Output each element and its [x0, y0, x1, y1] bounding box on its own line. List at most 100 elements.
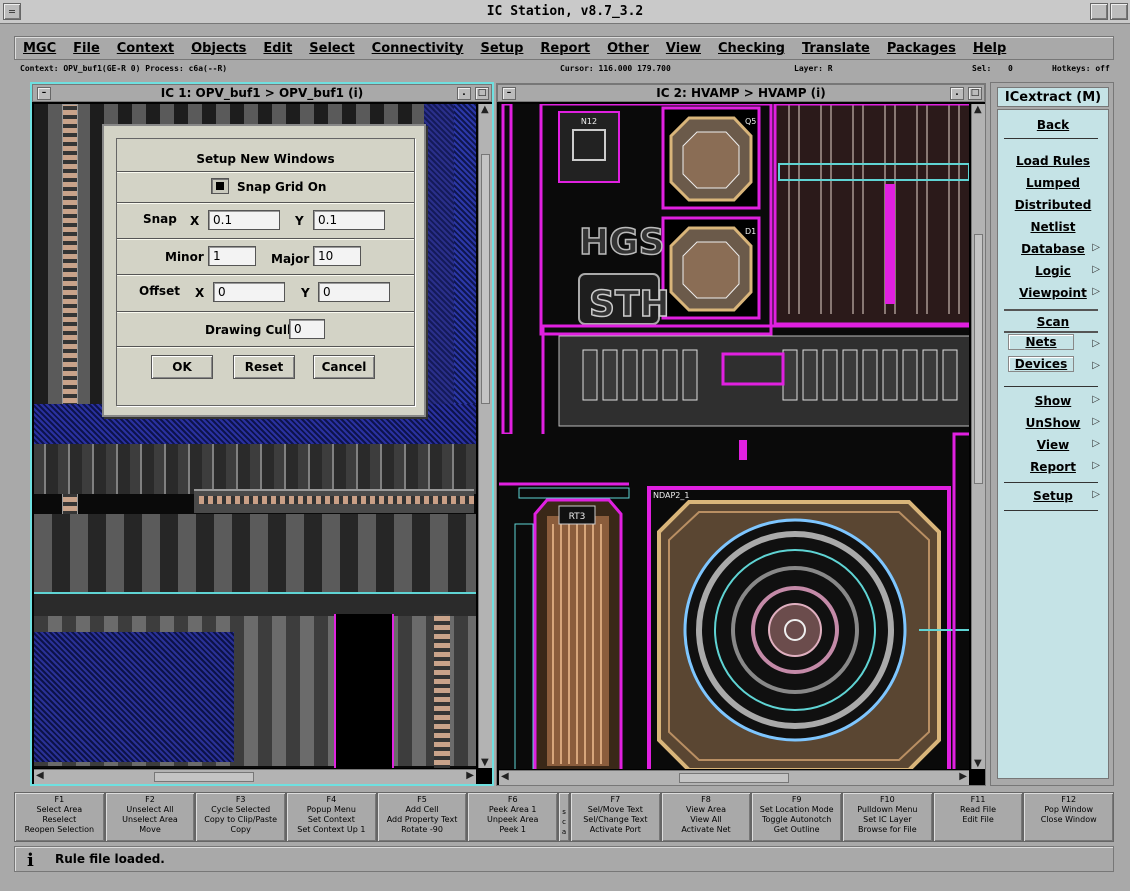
fkey-name: F1: [54, 795, 65, 804]
ic1-horizontal-scrollbar[interactable]: ◀ ▶: [34, 769, 476, 784]
fkey-action: View Area: [686, 805, 726, 814]
fkey-f5[interactable]: F5 Add Cell Add Property Text Rotate -90: [376, 792, 468, 842]
palette-devices-label: Devices: [1014, 357, 1068, 371]
fkey-f4[interactable]: F4 Popup Menu Set Context Set Context Up 1: [286, 792, 377, 842]
ic1-maximize-button[interactable]: □: [475, 87, 489, 100]
ic1-metal-block-2: [454, 104, 476, 444]
ic1-menu-button[interactable]: –: [37, 87, 51, 100]
menu-view[interactable]: View: [666, 41, 701, 56]
menu-select[interactable]: Select: [309, 41, 354, 56]
fkey-f10[interactable]: F10 Pulldown Menu Set IC Layer Browse for F…: [842, 792, 933, 842]
menu-context[interactable]: Context: [117, 41, 174, 56]
palette-unshow[interactable]: UnShow ▷: [998, 416, 1108, 430]
ic1-lower-metal: [34, 632, 234, 762]
palette-database[interactable]: Database ▷: [998, 242, 1108, 256]
menu-connectivity[interactable]: Connectivity: [372, 41, 464, 56]
fkey-action-ctrl: Move: [139, 825, 161, 834]
fkey-f8[interactable]: F8 View Area View All Activate Net: [660, 792, 752, 842]
fkey-f9[interactable]: F9 Set Location Mode Toggle Autonotch Get O…: [751, 792, 843, 842]
ic2-scroll-up-icon[interactable]: ▲: [974, 104, 982, 115]
ic1-scroll-up-icon[interactable]: ▲: [481, 104, 489, 115]
fkey-name: F10: [879, 795, 895, 804]
menu-bar: MGC File Context Objects Edit Select Con…: [14, 36, 1114, 60]
pad-label: NDAP2_1: [653, 491, 689, 500]
ic1-scroll-down-icon[interactable]: ▼: [481, 757, 489, 768]
ic2-horizontal-scrollbar[interactable]: ◀ ▶: [499, 770, 969, 785]
palette-distributed[interactable]: Distributed: [998, 198, 1108, 212]
palette-setup-label: Setup: [1033, 489, 1073, 503]
menu-report[interactable]: Report: [540, 41, 590, 56]
menu-mgc[interactable]: MGC: [23, 41, 56, 56]
ic2-scroll-down-icon[interactable]: ▼: [974, 758, 982, 769]
offset-x-input[interactable]: 0: [213, 282, 285, 302]
submenu-arrow-icon: ▷: [1092, 438, 1100, 449]
menu-help[interactable]: Help: [973, 41, 1006, 56]
menu-checking[interactable]: Checking: [718, 41, 785, 56]
fkey-f2[interactable]: F2 Unselect All Unselect Area Move: [104, 792, 196, 842]
palette-setup[interactable]: Setup ▷: [998, 489, 1108, 503]
palette-netlist[interactable]: Netlist: [998, 220, 1108, 234]
ic1-minimize-button[interactable]: .: [457, 87, 471, 100]
rt3-label: RT3: [569, 512, 586, 522]
palette-back[interactable]: Back: [998, 118, 1108, 132]
ic1-scroll-left-icon[interactable]: ◀: [36, 770, 44, 781]
minimize-button[interactable]: [1090, 3, 1108, 20]
ic2-layout-canvas[interactable]: N12 Q5 D1 HGS STH RT3 NDAP2_1: [499, 104, 969, 769]
ic2-menu-button[interactable]: –: [502, 87, 516, 100]
palette-logic[interactable]: Logic ▷: [998, 264, 1108, 278]
info-icon: i: [27, 850, 34, 871]
ic2-vertical-scrollbar[interactable]: ▲ ▼: [971, 104, 985, 769]
menu-translate[interactable]: Translate: [802, 41, 870, 56]
fkey-f3[interactable]: F3 Cycle Selected Copy to Clip/Paste Copy: [195, 792, 287, 842]
fkey-name: F5: [417, 795, 427, 804]
palette-back-label: Back: [1036, 118, 1070, 132]
snap-grid-checkbox[interactable]: [211, 178, 229, 194]
ic2-title-bar: – IC 2: HVAMP > HVAMP (i) . □: [497, 84, 985, 102]
minor-input[interactable]: 1: [208, 246, 256, 266]
menu-file[interactable]: File: [73, 41, 100, 56]
fkey-f1[interactable]: F1 Select Area Reselect Reopen Selection: [14, 792, 105, 842]
snap-x-input[interactable]: 0.1: [208, 210, 280, 230]
ic2-hscroll-thumb[interactable]: [679, 773, 789, 783]
ic2-minimize-button[interactable]: .: [950, 87, 964, 100]
drawing-cull-input[interactable]: 0: [289, 319, 325, 339]
fkey-f11[interactable]: F11 Read File Edit File: [932, 792, 1024, 842]
fkey-f6[interactable]: F6 Peek Area 1 Unpeek Area Peek 1: [467, 792, 559, 842]
context-bar: Context: OPV_buf1(GE-R 0) Process: c6a(-…: [14, 61, 1114, 77]
ic2-scroll-right-icon[interactable]: ▶: [959, 771, 967, 782]
palette-devices[interactable]: Devices: [1008, 356, 1074, 372]
ic2-scroll-left-icon[interactable]: ◀: [501, 771, 509, 782]
maximize-button[interactable]: [1110, 3, 1128, 20]
menu-packages[interactable]: Packages: [887, 41, 956, 56]
palette-viewpoint[interactable]: Viewpoint ▷: [998, 286, 1108, 300]
snap-y-input[interactable]: 0.1: [313, 210, 385, 230]
reset-button[interactable]: Reset: [233, 355, 295, 379]
palette-lumped[interactable]: Lumped: [998, 176, 1108, 190]
ic1-cyan-line: [34, 592, 476, 616]
palette-show[interactable]: Show ▷: [998, 394, 1108, 408]
palette-load-rules[interactable]: Load Rules: [998, 154, 1108, 168]
menu-setup[interactable]: Setup: [480, 41, 523, 56]
cancel-button[interactable]: Cancel: [313, 355, 375, 379]
ic1-scroll-right-icon[interactable]: ▶: [466, 770, 474, 781]
palette-nets[interactable]: Nets: [1008, 334, 1074, 350]
fkey-action: Peek Area 1: [488, 805, 537, 814]
ok-button[interactable]: OK: [151, 355, 213, 379]
menu-edit[interactable]: Edit: [263, 41, 292, 56]
menu-objects[interactable]: Objects: [191, 41, 246, 56]
ic2-maximize-button[interactable]: □: [968, 87, 982, 100]
major-input[interactable]: 10: [313, 246, 361, 266]
submenu-arrow-icon: ▷: [1092, 286, 1100, 297]
ic2-vscroll-thumb[interactable]: [974, 234, 983, 484]
menu-other[interactable]: Other: [607, 41, 649, 56]
offset-y-input[interactable]: 0: [318, 282, 390, 302]
palette-report[interactable]: Report ▷: [998, 460, 1108, 474]
submenu-arrow-icon: ▷: [1092, 394, 1100, 405]
palette-view[interactable]: View ▷: [998, 438, 1108, 452]
fkey-f7[interactable]: F7 Sel/Move Text Sel/Change Text Activate P…: [570, 792, 661, 842]
ic1-hscroll-thumb[interactable]: [154, 772, 254, 782]
fkey-action-ctrl: Copy: [230, 825, 251, 834]
fkey-f12[interactable]: F12 Pop Window Close Window: [1023, 792, 1115, 842]
ic1-vertical-scrollbar[interactable]: ▲ ▼: [478, 104, 492, 768]
ic1-vscroll-thumb[interactable]: [481, 154, 490, 404]
